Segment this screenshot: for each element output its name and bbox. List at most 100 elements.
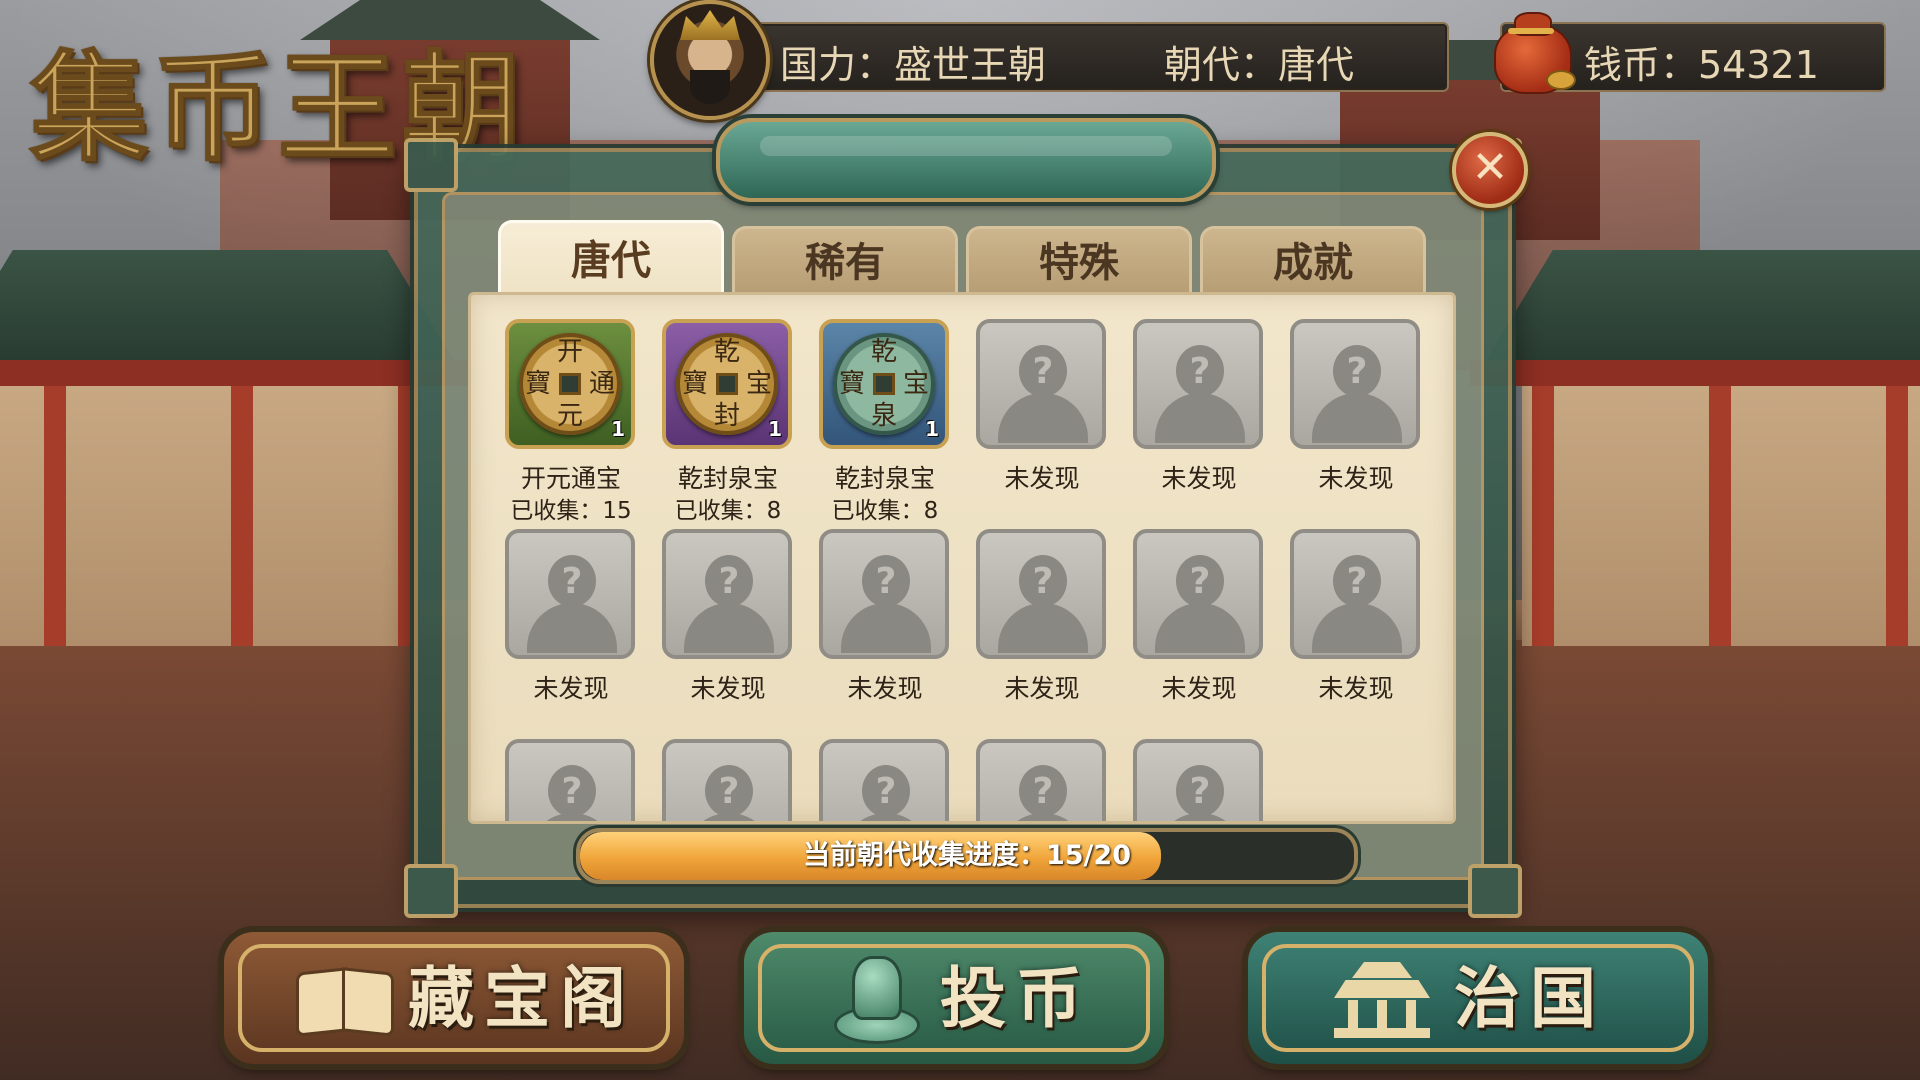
locked-silhouette-icon: ? <box>976 319 1106 449</box>
govern-label: 治国 <box>1454 959 1606 1037</box>
coin-slot: 乾泉寶 宝 1 <box>819 319 949 449</box>
locked-silhouette-icon: ? <box>1133 319 1263 449</box>
question-mark-icon: ? <box>1032 351 1054 392</box>
coin-name: 未发现 <box>1004 674 1080 703</box>
coin-name: 未发现 <box>1161 674 1237 703</box>
question-mark-icon: ? <box>1346 351 1368 392</box>
money-bag-icon <box>1486 6 1578 98</box>
ancient-coin-icon: 乾封寶 宝 <box>676 333 778 435</box>
treasure-pavilion-button[interactable]: 藏宝阁 <box>224 932 684 1064</box>
dynasty-label: 朝代：唐代 <box>1164 43 1355 87</box>
question-mark-icon: ? <box>1346 561 1368 602</box>
coin-name: 未发现 <box>533 674 609 703</box>
coin-glyph: 宝 <box>902 369 929 399</box>
locked-coin-card[interactable]: ? 未发现 <box>819 529 951 729</box>
coin-glyph: 乾 <box>713 337 740 367</box>
coin-name: 未发现 <box>1318 464 1394 493</box>
locked-coin-card[interactable]: ? 未发现 <box>976 529 1108 729</box>
coin-glyph: 寶 <box>681 369 708 399</box>
coin-slot: 乾封寶 宝 1 <box>662 319 792 449</box>
corner-ornament <box>404 864 458 918</box>
ancient-coin-icon: 乾泉寶 宝 <box>833 333 935 435</box>
coin-glyph: 泉 <box>870 401 897 431</box>
coin-name: 未发现 <box>1318 674 1394 703</box>
tab-rare[interactable]: 稀有 <box>732 226 958 297</box>
locked-silhouette-icon: ? <box>505 529 635 659</box>
coin-card[interactable]: 开元寶 通 1 开元通宝 已收集：15 <box>505 319 637 524</box>
coin-glyph: 开 <box>556 337 583 367</box>
locked-coin-card[interactable]: ? 未发现 <box>505 529 637 729</box>
question-mark-icon: ? <box>875 561 897 602</box>
coin-glyph: 通 <box>588 369 615 399</box>
coin-name: 未发现 <box>1161 464 1237 493</box>
coin-name: 乾封泉宝 <box>677 464 778 493</box>
locked-silhouette-icon: ? <box>976 739 1106 821</box>
insert-coin-button[interactable]: 投币 <box>744 932 1164 1064</box>
pavilion-left <box>0 220 471 700</box>
govern-button[interactable]: 治国 <box>1248 932 1708 1064</box>
coin-card[interactable]: 乾封寶 宝 1 乾封泉宝已收集：8 <box>662 319 794 524</box>
collection-progress-bar: 当前朝代收集进度：15/20 <box>576 828 1358 884</box>
emperor-avatar[interactable] <box>650 0 770 120</box>
question-mark-icon: ? <box>718 771 740 812</box>
ancient-coin-icon: 开元寶 通 <box>519 333 621 435</box>
locked-coin-card[interactable]: ? 未发现 <box>1133 529 1265 729</box>
coin-balance-label: 钱币：54321 <box>1584 43 1819 87</box>
locked-silhouette-icon: ? <box>1290 319 1420 449</box>
locked-silhouette-icon: ? <box>819 529 949 659</box>
locked-coin-card[interactable]: ? <box>1133 739 1265 821</box>
locked-coin-card[interactable]: ? 未发现 <box>1133 319 1265 519</box>
locked-coin-card[interactable]: ? 未发现 <box>662 529 794 729</box>
question-mark-icon: ? <box>561 561 583 602</box>
locked-coin-card[interactable]: ? 未发现 <box>1290 319 1422 519</box>
tab-tang[interactable]: 唐代 <box>498 220 724 297</box>
locked-coin-card[interactable]: ? <box>505 739 637 821</box>
question-mark-icon: ? <box>1032 771 1054 812</box>
locked-coin-card[interactable]: ? <box>662 739 794 821</box>
coin-collection-panel: 开元寶通 1 开元通宝 已收集：15 乾封寶宝 1 乾封泉宝 已收集：8 乾泉寶宝 1 乾封泉宝 已收… <box>468 292 1456 824</box>
dialog-header-banner <box>716 118 1216 202</box>
corner-ornament <box>1468 864 1522 918</box>
question-mark-icon: ? <box>1189 351 1211 392</box>
locked-coin-card[interactable]: ? 未发现 <box>1290 529 1422 729</box>
coin-count-badge: 1 <box>768 417 782 441</box>
coin-card[interactable]: 乾泉寶 宝 1 乾封泉宝 已收集：8 <box>819 319 951 524</box>
locked-coin-card[interactable]: ? <box>976 739 1108 821</box>
book-icon <box>296 967 394 1037</box>
collected-count: 已收集：8 <box>674 498 782 524</box>
insert-coin-label: 投币 <box>940 959 1092 1037</box>
tab-special[interactable]: 特殊 <box>966 226 1192 297</box>
jade-seal-icon <box>834 956 920 1044</box>
locked-coin-card[interactable]: ? 未发现 <box>976 319 1108 519</box>
question-mark-icon: ? <box>1032 561 1054 602</box>
corner-ornament <box>404 138 458 192</box>
status-panel: 国力：盛世王朝 朝代：唐代 <box>700 22 1449 92</box>
locked-silhouette-icon: ? <box>505 739 635 821</box>
coin-count-badge: 1 <box>611 417 625 441</box>
close-button[interactable]: ✕ <box>1452 132 1528 208</box>
coin-glyph: 寶 <box>524 369 551 399</box>
pavilion-right <box>1469 220 1920 700</box>
locked-silhouette-icon: ? <box>662 529 792 659</box>
locked-silhouette-icon: ? <box>1290 529 1420 659</box>
question-mark-icon: ? <box>718 561 740 602</box>
tab-achievement[interactable]: 成就 <box>1200 226 1426 297</box>
coin-name: 未发现 <box>847 674 923 703</box>
locked-silhouette-icon: ? <box>1133 739 1263 821</box>
locked-coin-card[interactable]: ? <box>819 739 951 821</box>
coin-count-badge: 1 <box>925 417 939 441</box>
locked-silhouette-icon: ? <box>1133 529 1263 659</box>
coin-name: 乾封泉宝 <box>834 464 935 493</box>
coin-name: 开元通宝 <box>520 464 621 493</box>
collected-count: 已收集：8 <box>831 498 939 524</box>
national-power-label: 国力：盛世王朝 <box>780 43 1047 87</box>
palace-icon <box>1334 962 1430 1038</box>
question-mark-icon: ? <box>1189 771 1211 812</box>
question-mark-icon: ? <box>1189 561 1211 602</box>
coin-glyph: 乾 <box>870 337 897 367</box>
question-mark-icon: ? <box>561 771 583 812</box>
locked-silhouette-icon: ? <box>976 529 1106 659</box>
collection-tabs: 唐代 稀有 特殊 成就 <box>498 220 1426 297</box>
locked-silhouette-icon: ? <box>662 739 792 821</box>
question-mark-icon: ? <box>875 771 897 812</box>
